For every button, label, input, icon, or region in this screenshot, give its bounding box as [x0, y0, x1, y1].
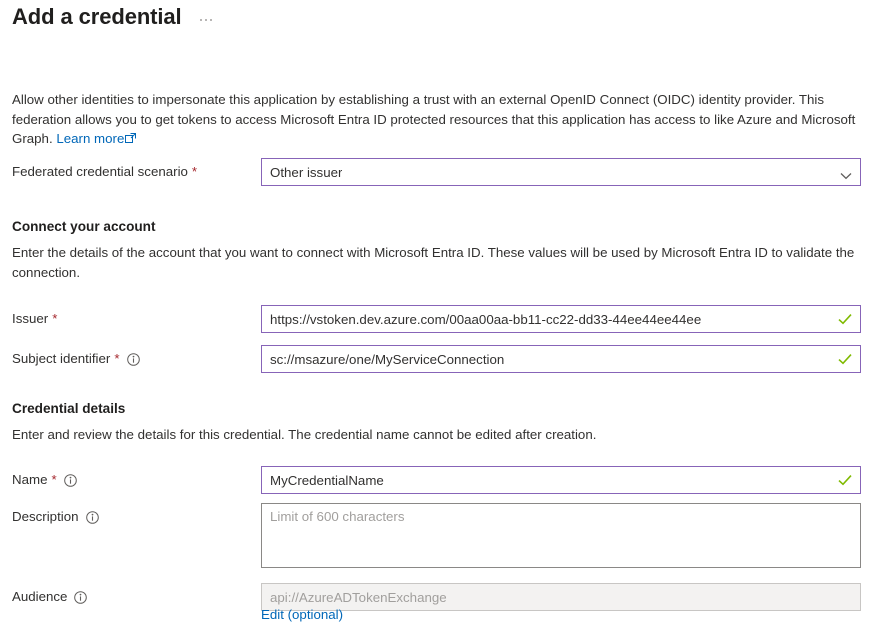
audience-row: Audience api://AzureADTokenExchange [12, 583, 872, 611]
page-title: Add a credential [12, 2, 182, 32]
intro-text: Allow other identities to impersonate th… [12, 92, 855, 146]
audience-input: api://AzureADTokenExchange [261, 583, 861, 611]
name-value: MyCredentialName [270, 473, 384, 488]
subject-identifier-value: sc://msazure/one/MyServiceConnection [270, 352, 504, 367]
description-field: Limit of 600 characters [261, 503, 861, 568]
description-row: Description Limit of 600 characters [12, 503, 872, 568]
credential-section-heading: Credential details [12, 400, 125, 418]
name-field: MyCredentialName [261, 466, 861, 494]
info-circle-icon[interactable] [64, 474, 77, 487]
external-link-icon [125, 130, 136, 150]
name-input[interactable]: MyCredentialName [261, 466, 861, 494]
connect-section-description: Enter the details of the account that yo… [12, 243, 857, 282]
add-credential-page: Add a credential Allow other identities … [0, 0, 880, 631]
required-marker: * [51, 471, 56, 489]
audience-field: api://AzureADTokenExchange [261, 583, 861, 611]
description-textarea[interactable]: Limit of 600 characters [261, 503, 861, 568]
checkmark-icon [837, 472, 853, 488]
name-row: Name* MyCredentialName [12, 466, 872, 494]
connect-section-heading: Connect your account [12, 218, 156, 236]
federated-credential-scenario-row: Federated credential scenario* Other iss… [12, 158, 872, 186]
required-marker: * [192, 163, 197, 181]
audience-value: api://AzureADTokenExchange [270, 590, 447, 605]
issuer-label: Issuer* [12, 305, 261, 328]
scenario-dropdown-value: Other issuer [270, 165, 342, 180]
subject-identifier-input[interactable]: sc://msazure/one/MyServiceConnection [261, 345, 861, 373]
subject-identifier-label: Subject identifier* [12, 345, 261, 368]
info-circle-icon[interactable] [127, 353, 140, 366]
scenario-dropdown[interactable]: Other issuer [261, 158, 861, 186]
subject-identifier-field: sc://msazure/one/MyServiceConnection [261, 345, 861, 373]
checkmark-icon [837, 351, 853, 367]
issuer-value: https://vstoken.dev.azure.com/00aa00aa-b… [270, 312, 701, 327]
name-label: Name* [12, 466, 261, 489]
issuer-row: Issuer* https://vstoken.dev.azure.com/00… [12, 305, 872, 333]
info-circle-icon[interactable] [86, 511, 99, 524]
required-marker: * [114, 350, 119, 368]
federated-credential-scenario-field: Other issuer [261, 158, 861, 186]
page-header: Add a credential [12, 2, 216, 32]
checkmark-icon [837, 311, 853, 327]
description-placeholder: Limit of 600 characters [270, 509, 405, 524]
audience-edit-link[interactable]: Edit (optional) [261, 607, 343, 622]
subject-identifier-row: Subject identifier* sc://msazure/one/MyS… [12, 345, 872, 373]
audience-label: Audience [12, 583, 261, 606]
learn-more-label: Learn more [56, 131, 124, 146]
required-marker: * [52, 310, 57, 328]
description-label: Description [12, 503, 261, 526]
ellipsis-horizontal-icon[interactable] [196, 13, 217, 28]
intro-description: Allow other identities to impersonate th… [12, 90, 857, 150]
issuer-field: https://vstoken.dev.azure.com/00aa00aa-b… [261, 305, 861, 333]
federated-credential-scenario-label: Federated credential scenario* [12, 158, 261, 181]
learn-more-link[interactable]: Learn more [56, 131, 136, 146]
issuer-input[interactable]: https://vstoken.dev.azure.com/00aa00aa-b… [261, 305, 861, 333]
info-circle-icon[interactable] [74, 591, 87, 604]
credential-section-description: Enter and review the details for this cr… [12, 425, 857, 445]
